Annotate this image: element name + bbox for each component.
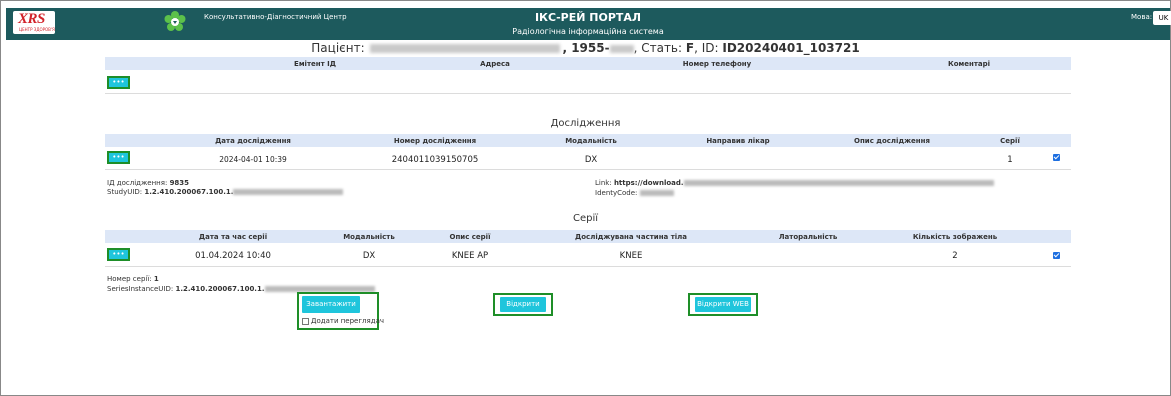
col-image-count: Кількість зображень xyxy=(912,233,998,241)
series-number-label: Номер серії: xyxy=(107,275,152,283)
portal-title: ІКС-РЕЙ ПОРТАЛ xyxy=(534,11,642,24)
sex-label: , Стать: xyxy=(633,41,683,55)
series-row[interactable]: 01.04.2024 10:40 DX KNEE AP KNEE 2 xyxy=(105,246,1071,265)
series-details-button[interactable]: ••• xyxy=(107,248,130,261)
series-select-checkbox[interactable] xyxy=(1053,252,1060,259)
patient-name-redacted xyxy=(370,44,561,53)
series-row-divider xyxy=(105,266,1071,267)
studies-table-header: Дата дослідження Номер дослідження Модал… xyxy=(105,134,1071,147)
col-referring-doctor: Направив лікар xyxy=(706,137,770,145)
col-study-date: Дата дослідження xyxy=(215,137,291,145)
study-id-info: ІД дослідження: 9835 xyxy=(107,179,189,187)
col-phone: Номер телефону xyxy=(682,60,752,68)
study-details-button[interactable]: ••• xyxy=(107,151,130,164)
col-study-description: Опис дослідження xyxy=(854,137,930,145)
download-button[interactable]: Завантажити xyxy=(302,296,360,313)
col-series-modality: Модальність xyxy=(343,233,395,241)
language-select[interactable]: UK xyxy=(1153,11,1171,25)
study-uid-info: StudyUID: 1.2.410.200067.100.1. xyxy=(107,188,344,196)
study-date: 2024-04-01 10:39 xyxy=(219,155,287,164)
series-table-header: Дата та час серії Модальність Опис серії… xyxy=(105,230,1071,243)
issuer-table-header: Емітент ІД Адреса Номер телефону Комента… xyxy=(105,57,1071,70)
study-number: 2404011039150705 xyxy=(391,155,479,165)
series-description: KNEE AP xyxy=(451,251,489,261)
study-link-info: Link: https://download. xyxy=(595,179,994,187)
study-series-count: 1 xyxy=(1007,155,1013,165)
study-row-divider xyxy=(105,169,1071,170)
issuer-details-button[interactable]: ••• xyxy=(107,76,130,89)
patient-dob-redacted xyxy=(609,44,634,53)
col-series-count: Серії xyxy=(1000,137,1020,145)
series-number-info: Номер серії: 1 xyxy=(107,275,159,283)
col-study-number: Номер дослідження xyxy=(393,137,477,145)
patient-dob-prefix: 1955- xyxy=(571,41,610,55)
patient-summary: Пацієнт: , 1955-, Стать: F, ID: ID202404… xyxy=(311,41,860,55)
add-viewer-checkbox[interactable] xyxy=(302,318,309,325)
series-number-value: 1 xyxy=(153,275,159,283)
study-link-redacted xyxy=(683,180,994,186)
top-header: XRS ЦЕНТР ЗДОРОВ'Я Консультативно-Діагно… xyxy=(6,8,1171,40)
add-viewer-label: Додати переглядач xyxy=(311,317,384,325)
study-id-value: 9835 xyxy=(169,179,190,187)
language-label: Мова: xyxy=(1131,13,1153,21)
study-uid-redacted xyxy=(233,189,344,195)
open-web-button[interactable]: Відкрити WEB xyxy=(695,297,751,312)
open-web-action-group: Відкрити WEB xyxy=(688,293,758,316)
study-select-checkbox[interactable] xyxy=(1053,154,1060,161)
col-issuer-id: Емітент ІД xyxy=(294,60,336,68)
patient-id: ID20240401_103721 xyxy=(722,41,860,55)
col-body-part: Досліджувана частина тіла xyxy=(575,233,687,241)
study-modality: DX xyxy=(584,155,598,165)
identy-code-redacted xyxy=(639,190,674,196)
series-section-title: Серії xyxy=(572,213,599,224)
study-id-label: ІД дослідження: xyxy=(107,179,168,187)
study-uid-label: StudyUID: xyxy=(107,188,143,196)
id-label: , ID: xyxy=(694,41,719,55)
col-comments: Коментарі xyxy=(947,60,991,68)
identy-code-label: IdentyCode: xyxy=(595,189,638,197)
col-series-datetime: Дата та час серії xyxy=(198,233,268,241)
study-link-label: Link: xyxy=(595,179,612,187)
col-laterality: Латоральність xyxy=(778,233,838,241)
col-address: Адреса xyxy=(480,60,510,68)
portal-subtitle: Радіологічна інформаційна система xyxy=(512,27,664,36)
studies-section-title: Дослідження xyxy=(550,118,621,129)
study-row[interactable]: 2024-04-01 10:39 2404011039150705 DX 1 xyxy=(105,150,1071,168)
series-uid-value: 1.2.410.200067.100.1. xyxy=(175,285,265,293)
series-body-part: KNEE xyxy=(619,251,643,261)
patient-label: Пацієнт: xyxy=(311,41,365,55)
series-datetime: 01.04.2024 10:40 xyxy=(195,251,271,261)
identy-code-info: IdentyCode: xyxy=(595,189,674,197)
series-uid-label: SeriesInstanceUID: xyxy=(107,285,174,293)
col-series-description: Опис серії xyxy=(449,233,491,241)
patient-sex: F xyxy=(685,41,695,55)
study-link-value[interactable]: https://download. xyxy=(614,179,684,187)
series-modality: DX xyxy=(362,251,376,261)
open-action-group: Відкрити xyxy=(493,293,553,316)
study-uid-value: 1.2.410.200067.100.1. xyxy=(144,188,234,196)
series-image-count: 2 xyxy=(952,251,958,261)
issuer-row-divider xyxy=(105,93,1071,94)
open-button[interactable]: Відкрити xyxy=(500,297,546,312)
download-action-group: Завантажити Додати переглядач xyxy=(297,292,384,330)
col-modality: Модальність xyxy=(565,137,617,145)
